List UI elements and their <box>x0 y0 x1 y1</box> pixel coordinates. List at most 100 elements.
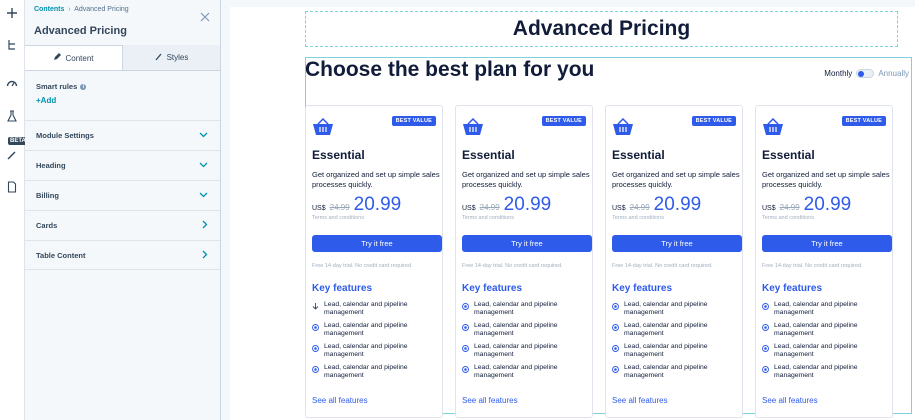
page-preview: Advanced Pricing Choose the best plan fo… <box>230 7 915 420</box>
plan-name: Essential <box>312 148 365 162</box>
section-label: Module Settings <box>36 131 94 140</box>
info-icon[interactable]: i <box>80 83 87 90</box>
add-icon[interactable] <box>4 5 20 21</box>
close-icon[interactable] <box>200 9 210 22</box>
try-free-button[interactable]: Try it free <box>462 235 592 252</box>
feature-list: Lead, calendar and pipeline management L… <box>312 301 440 385</box>
feature-text: Lead, calendar and pipeline management <box>624 301 708 316</box>
magic-wand-icon[interactable] <box>4 147 20 163</box>
terms-link[interactable]: Terms and conditions <box>762 215 814 221</box>
tree-icon[interactable] <box>4 37 20 53</box>
radio-dot-icon <box>312 345 319 352</box>
old-price: 24.99 <box>329 203 350 212</box>
radio-dot-icon <box>462 324 469 331</box>
module-editor-panel: Contents › Advanced Pricing Advanced Pri… <box>25 0 221 420</box>
old-price: 24.99 <box>779 203 800 212</box>
arrow-down-icon <box>312 303 319 310</box>
smart-rules-label: Smart rules <box>36 82 78 91</box>
toggle-knob <box>858 71 865 77</box>
radio-dot-icon <box>462 303 469 310</box>
feature-text: Lead, calendar and pipeline management <box>774 343 858 358</box>
add-smart-rule-button[interactable]: +Add <box>36 96 56 105</box>
plan-name: Essential <box>612 148 665 162</box>
feature-text: Lead, calendar and pipeline management <box>474 322 558 337</box>
feature-text: Lead, calendar and pipeline management <box>324 364 408 379</box>
feature-item: Lead, calendar and pipeline management <box>312 301 440 322</box>
radio-dot-icon <box>612 345 619 352</box>
radio-dot-icon <box>312 366 319 373</box>
currency: US$ <box>612 205 626 212</box>
try-free-button[interactable]: Try it free <box>762 235 892 252</box>
terms-link[interactable]: Terms and conditions <box>462 215 514 221</box>
tab-styles-label: Styles <box>166 53 189 62</box>
key-features-title: Key features <box>462 283 523 294</box>
terms-link[interactable]: Terms and conditions <box>612 215 664 221</box>
best-value-badge: BEST VALUE <box>391 116 436 126</box>
see-all-features-link[interactable]: See all features <box>462 396 518 405</box>
feature-text: Lead, calendar and pipeline management <box>474 301 558 316</box>
radio-dot-icon <box>312 324 319 331</box>
section-label: Table Content <box>36 250 86 260</box>
plan-name: Essential <box>762 148 815 162</box>
feature-text: Lead, calendar and pipeline management <box>774 322 858 337</box>
section-cards[interactable]: Cards <box>25 210 220 240</box>
radio-dot-icon <box>462 345 469 352</box>
tab-content[interactable]: Content <box>25 45 123 70</box>
see-all-features-link[interactable]: See all features <box>312 396 368 405</box>
radio-dot-icon <box>612 366 619 373</box>
pricing-title: Choose the best plan for you <box>305 58 595 81</box>
try-free-button[interactable]: Try it free <box>312 235 442 252</box>
section-table-content[interactable]: Table Content <box>25 240 220 270</box>
feature-text: Lead, calendar and pipeline management <box>774 364 858 379</box>
smart-rules: Smart rules i <box>36 82 87 91</box>
feature-text: Lead, calendar and pipeline management <box>474 343 558 358</box>
feature-item: Lead, calendar and pipeline management <box>612 364 740 385</box>
see-all-features-link[interactable]: See all features <box>762 396 818 405</box>
plan-description: Get organized and set up simple sales pr… <box>612 170 740 189</box>
chevron-right-icon <box>202 250 208 261</box>
price: 20.99 <box>803 194 852 215</box>
feature-text: Lead, calendar and pipeline management <box>624 364 708 379</box>
pencil-icon <box>53 53 62 63</box>
price-row: US$ 24.99 20.99 <box>762 194 851 216</box>
trial-note: Free 14-day trial. No credit card requir… <box>612 263 713 269</box>
section-label: Cards <box>36 221 58 230</box>
section-billing[interactable]: Billing <box>25 180 220 210</box>
feature-item: Lead, calendar and pipeline management <box>762 364 890 385</box>
pricing-card: BEST VALUE Essential Get organized and s… <box>605 105 743 418</box>
chevron-right-icon <box>202 220 208 231</box>
tab-styles[interactable]: Styles <box>123 45 220 70</box>
tool-rail: BETA <box>0 0 28 420</box>
settings-sections: Module Settings Heading Billing Cards Ta… <box>25 120 220 270</box>
billing-monthly-label: Monthly <box>824 69 853 78</box>
chevron-down-icon <box>199 131 208 140</box>
see-all-features-link[interactable]: See all features <box>612 396 668 405</box>
currency: US$ <box>762 205 776 212</box>
currency: US$ <box>462 205 476 212</box>
feature-text: Lead, calendar and pipeline management <box>324 301 408 316</box>
plan-name: Essential <box>462 148 515 162</box>
best-value-badge: BEST VALUE <box>841 116 886 126</box>
pricing-card: BEST VALUE Essential Get organized and s… <box>455 105 593 418</box>
page-editor: BETA Contents › Advanced Pricing Advance… <box>0 0 915 420</box>
terms-link[interactable]: Terms and conditions <box>312 215 364 221</box>
try-free-button[interactable]: Try it free <box>612 235 742 252</box>
radio-dot-icon <box>612 324 619 331</box>
radio-dot-icon <box>762 345 769 352</box>
section-heading[interactable]: Heading <box>25 150 220 180</box>
breadcrumb-contents-link[interactable]: Contents <box>34 6 64 13</box>
section-module-settings[interactable]: Module Settings <box>25 120 220 150</box>
billing-toggle[interactable] <box>856 69 875 78</box>
heading-module[interactable]: Advanced Pricing <box>305 11 898 47</box>
document-icon[interactable] <box>4 179 20 195</box>
key-features-title: Key features <box>612 283 673 294</box>
pricing-module[interactable]: Choose the best plan for you Monthly Ann… <box>305 57 912 418</box>
breadcrumb-separator: › <box>68 6 71 13</box>
gauge-icon[interactable] <box>4 76 20 92</box>
price: 20.99 <box>653 194 702 215</box>
radio-dot-icon <box>612 303 619 310</box>
breadcrumb-current: Advanced Pricing <box>74 6 129 13</box>
plan-description: Get organized and set up simple sales pr… <box>312 170 440 189</box>
flask-icon[interactable] <box>4 108 20 124</box>
pricing-card: BEST VALUE Essential Get organized and s… <box>755 105 893 418</box>
